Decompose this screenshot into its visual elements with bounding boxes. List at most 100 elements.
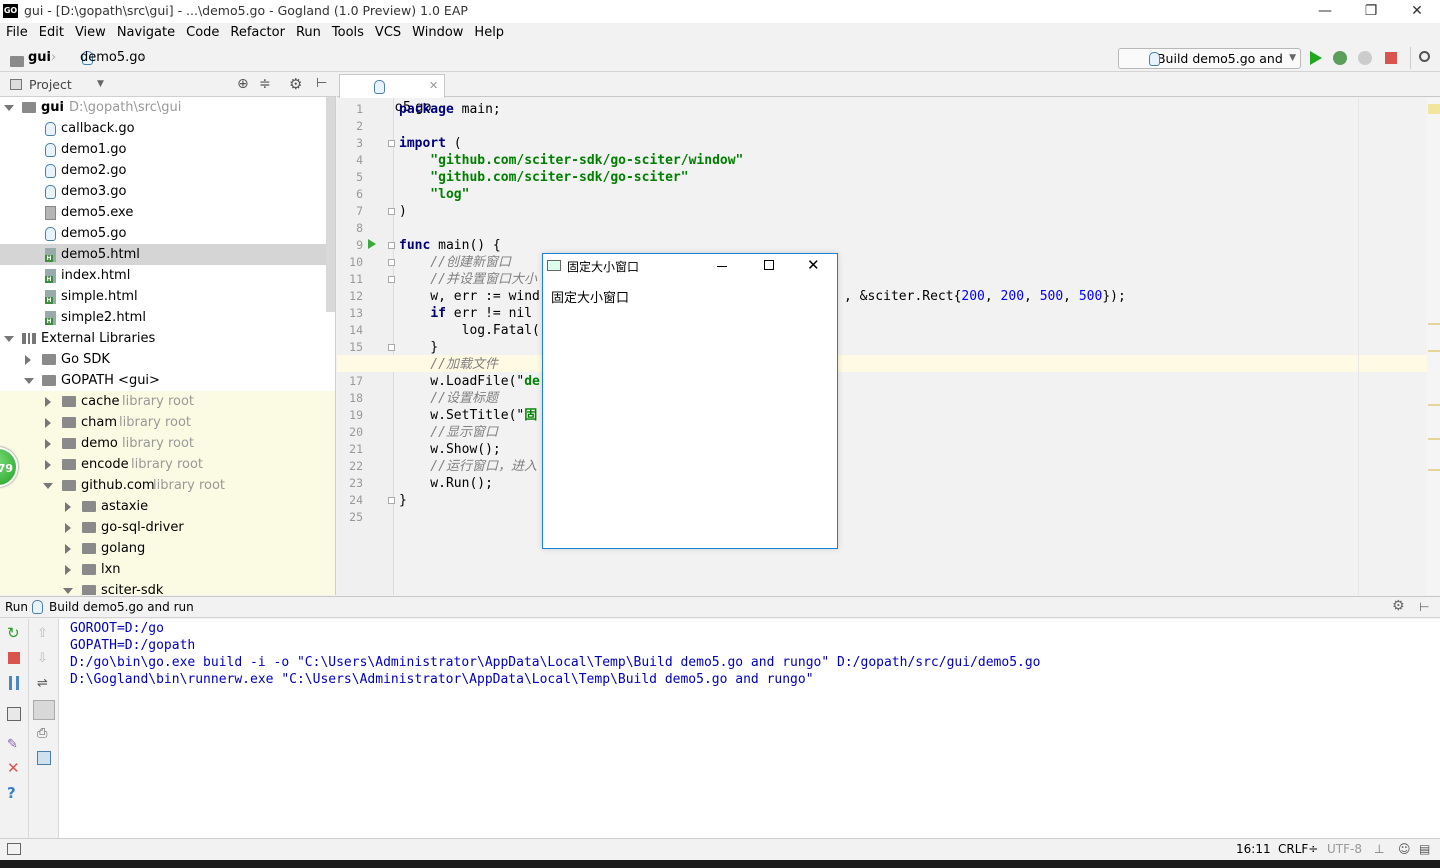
coverage-button[interactable] [1358, 51, 1372, 65]
up-arrow-icon[interactable]: ⇧ [37, 626, 51, 641]
gear-icon[interactable]: ⚙ [1392, 596, 1405, 616]
menu-refactor[interactable]: Refactor [224, 23, 290, 40]
chevron-right-icon[interactable] [65, 523, 71, 533]
down-arrow-icon[interactable]: ⇩ [37, 651, 51, 666]
tree-folder[interactable]: lxn [0, 559, 335, 580]
chevron-down-icon[interactable] [4, 105, 14, 111]
hide-panel-icon[interactable]: ⊢ [1419, 597, 1429, 617]
trash-icon[interactable] [37, 751, 51, 765]
run-panel-label[interactable]: Run [5, 597, 28, 617]
run-gutter-icon[interactable] [368, 239, 376, 249]
tree-scrollbar[interactable] [326, 97, 335, 312]
file-encoding[interactable]: UTF-8 [1327, 839, 1362, 860]
tree-library[interactable]: cham library root [0, 412, 335, 433]
hide-panel-icon[interactable]: ⊢ [316, 76, 327, 91]
menu-help[interactable]: Help [468, 23, 509, 40]
menu-view[interactable]: View [69, 23, 111, 40]
tree-folder[interactable]: go-sql-driver [0, 517, 335, 538]
analysis-marker[interactable] [1428, 104, 1440, 114]
tree-folder[interactable]: golang [0, 538, 335, 559]
chevron-down-icon[interactable]: ▼ [97, 79, 104, 89]
stop-button[interactable] [1385, 52, 1397, 64]
stripe-marker[interactable] [1428, 350, 1440, 352]
chevron-down-icon[interactable] [43, 483, 53, 489]
tree-file[interactable]: callback.go [0, 118, 335, 139]
pause-icon[interactable] [9, 676, 19, 690]
tree-file[interactable]: index.html [0, 265, 335, 286]
tree-library[interactable]: cache library root [0, 391, 335, 412]
restore-button[interactable]: ❐ [1348, 0, 1394, 23]
sciter-window[interactable]: 固定大小窗口 ✕ 固定大小窗口 [542, 253, 838, 549]
chevron-down-icon[interactable] [24, 378, 34, 384]
chevron-right-icon[interactable] [45, 460, 51, 470]
tree-file[interactable]: demo5.exe [0, 202, 335, 223]
collapse-all-icon[interactable]: ≑ [259, 76, 271, 92]
caret-position[interactable]: 16:11 [1236, 839, 1271, 860]
pin-icon[interactable]: ✎ [7, 737, 21, 752]
tree-file[interactable]: demo5.go [0, 223, 335, 244]
tree-folder[interactable]: astaxie [0, 496, 335, 517]
project-view-select[interactable]: Project [29, 77, 72, 92]
event-log-icon[interactable]: ▤ [1419, 839, 1430, 860]
stripe-marker[interactable] [1428, 438, 1440, 440]
tree-file[interactable]: demo2.go [0, 160, 335, 181]
soft-wrap-icon[interactable]: ⇌ [37, 676, 51, 691]
menu-vcs[interactable]: VCS [369, 23, 406, 40]
stripe-marker[interactable] [1428, 469, 1440, 471]
console-output[interactable]: GOROOT=D:/go GOPATH=D:/gopath D:/go\bin\… [59, 619, 1440, 838]
menu-window[interactable]: Window [406, 23, 468, 40]
search-everywhere-icon[interactable] [1419, 51, 1430, 62]
inspector-icon[interactable]: ☺ [1398, 839, 1411, 860]
stop-icon[interactable] [8, 652, 20, 664]
help-icon[interactable]: ? [7, 786, 21, 801]
chevron-right-icon[interactable] [65, 502, 71, 512]
menu-run[interactable]: Run [290, 23, 326, 40]
tree-folder[interactable]: sciter-sdk [0, 580, 335, 595]
close-tab-icon[interactable]: ✕ [429, 75, 438, 97]
run-configuration-select[interactable]: Build demo5.go and run ▼ [1118, 48, 1301, 85]
tree-file-selected[interactable]: demo5.html [0, 244, 335, 265]
chevron-down-icon[interactable] [63, 588, 73, 594]
menu-navigate[interactable]: Navigate [111, 23, 180, 40]
tab-demo5-go[interactable]: demo5.go ✕ [339, 74, 445, 115]
print-icon[interactable]: ⎙ [37, 726, 51, 741]
stripe-marker[interactable] [1428, 323, 1440, 325]
run-button[interactable] [1310, 51, 1322, 65]
minimize-button[interactable]: — [1302, 0, 1348, 23]
chevron-right-icon[interactable] [45, 439, 51, 449]
toggle-tool-windows-icon[interactable] [7, 843, 21, 855]
gear-icon[interactable]: ⚙ [289, 75, 302, 93]
editor-error-stripe[interactable] [1427, 98, 1440, 595]
tree-file[interactable]: simple2.html [0, 307, 335, 328]
line-separator[interactable]: CRLF÷ [1278, 839, 1318, 860]
minimize-button[interactable] [717, 266, 727, 267]
tree-file[interactable]: simple.html [0, 286, 335, 307]
tree-gopath[interactable]: GOPATH <gui> [0, 370, 335, 391]
chevron-right-icon[interactable] [65, 544, 71, 554]
run-config-tab[interactable]: Build demo5.go and run [49, 597, 194, 617]
lock-icon[interactable]: ⊥ [1374, 839, 1384, 860]
tree-external-libraries[interactable]: External Libraries [0, 328, 335, 349]
tree-root[interactable]: gui D:\gopath\src\gui [0, 97, 335, 118]
menu-file[interactable]: File [0, 23, 33, 40]
close-icon[interactable]: ✕ [807, 256, 820, 274]
scroll-to-end-icon[interactable] [33, 700, 55, 720]
chevron-right-icon[interactable] [25, 355, 31, 365]
locate-file-icon[interactable]: ⊕ [237, 76, 249, 92]
tree-file[interactable]: demo3.go [0, 181, 335, 202]
tree-go-sdk[interactable]: Go SDK [0, 349, 335, 370]
menu-edit[interactable]: Edit [33, 23, 69, 40]
menu-code[interactable]: Code [180, 23, 224, 40]
close-window-button[interactable]: ✕ [1394, 0, 1440, 23]
chevron-right-icon[interactable] [45, 397, 51, 407]
tree-library[interactable]: github.com library root [0, 475, 335, 496]
stripe-marker[interactable] [1428, 404, 1440, 406]
maximize-button[interactable] [764, 260, 774, 270]
tree-library[interactable]: encode library root [0, 454, 335, 475]
chevron-down-icon[interactable] [4, 336, 14, 342]
chevron-right-icon[interactable] [45, 418, 51, 428]
breadcrumb-file[interactable]: demo5.go [80, 50, 145, 65]
tree-library[interactable]: demo library root [0, 433, 335, 454]
menu-tools[interactable]: Tools [326, 23, 369, 40]
rerun-icon[interactable]: ↻ [7, 626, 21, 641]
